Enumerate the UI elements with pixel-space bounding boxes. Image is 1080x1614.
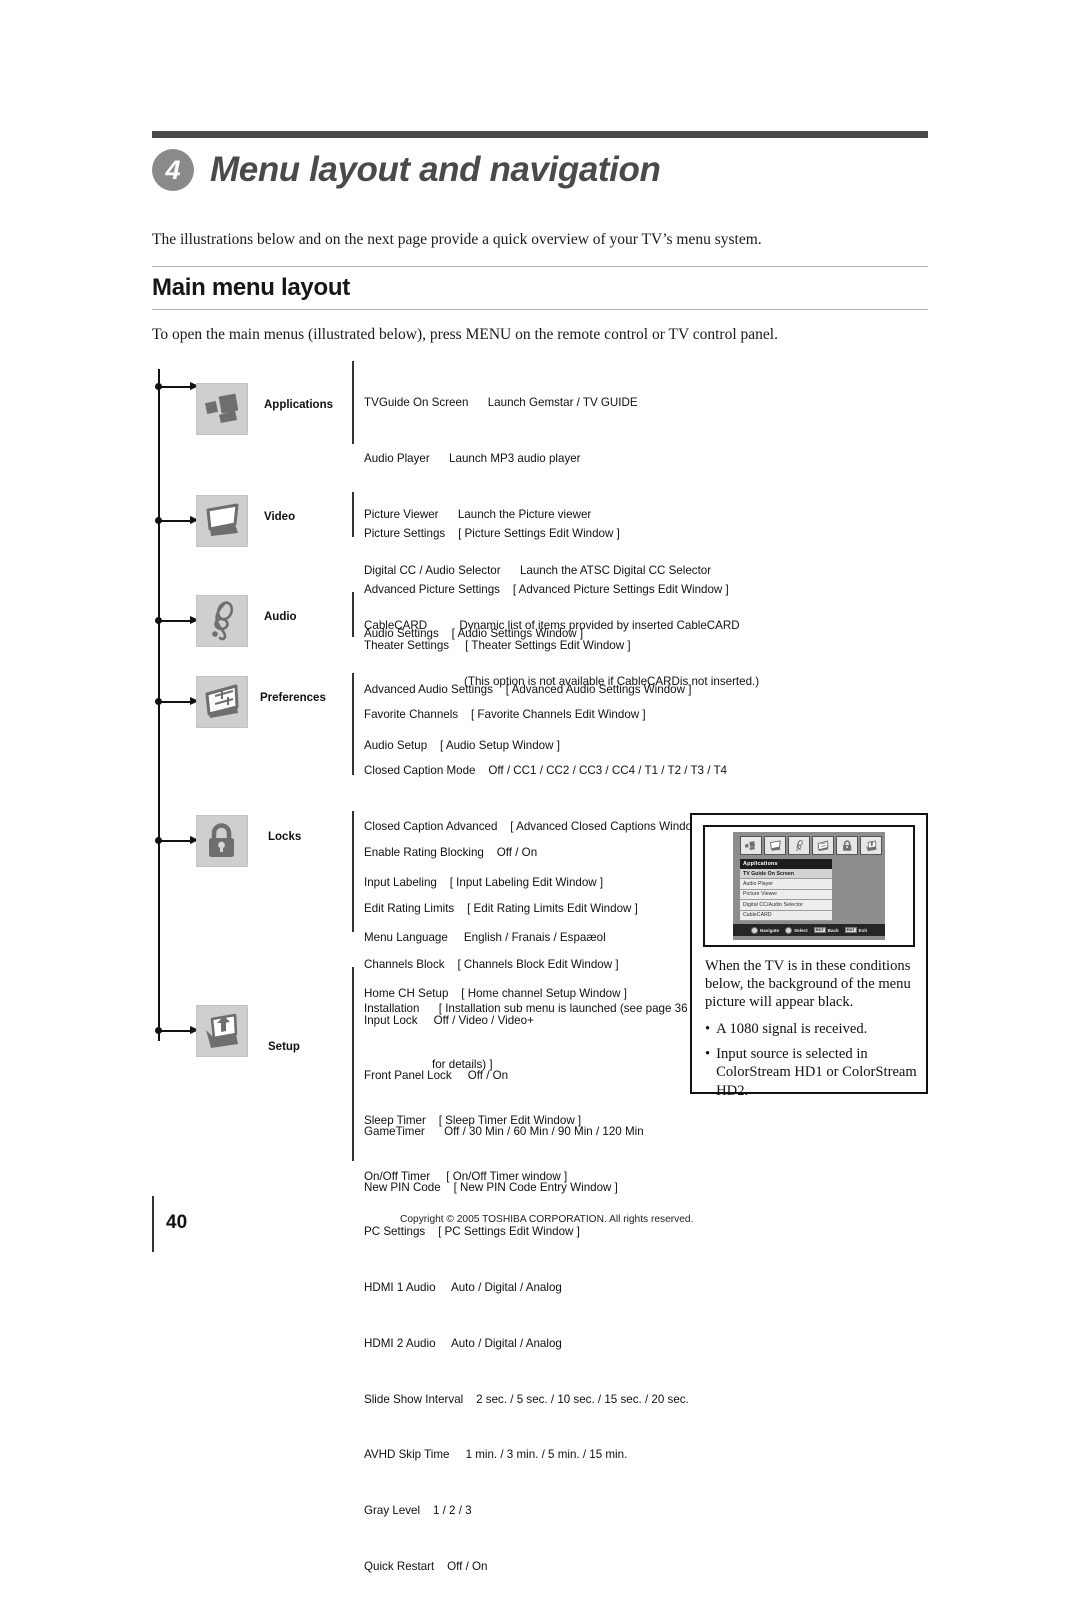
locks-icon[interactable] xyxy=(196,815,248,867)
menu-line: Quick Restart Off / On xyxy=(364,1560,488,1573)
applications-icon[interactable] xyxy=(740,836,762,855)
group-rule xyxy=(352,492,354,537)
menu-line: Slide Show Interval 2 sec. / 5 sec. / 10… xyxy=(364,1392,689,1406)
menu-line: TVGuide On Screen Launch Gemstar / TV GU… xyxy=(364,396,638,410)
tv-menu-title: Applications xyxy=(740,859,832,869)
group-rule xyxy=(352,811,354,932)
tv-menu-item[interactable]: TV Guide On Screen xyxy=(740,869,832,880)
callout-text: When the TV is in these conditions below… xyxy=(705,957,917,1107)
group-label-applications: Applications xyxy=(264,399,334,411)
menu-line: Audio Player Launch MP3 audio player xyxy=(364,451,581,465)
callout-bullet-list: • A 1080 signal is received. • Input sou… xyxy=(705,1020,917,1099)
group-rule xyxy=(352,592,354,637)
enter-key-icon xyxy=(785,926,793,934)
chapter-header: 4 Menu layout and navigation xyxy=(152,142,932,198)
tv-screen: Applications TV Guide On Screen Audio Pl… xyxy=(733,832,885,940)
branch-line xyxy=(158,385,194,388)
menu-line: Sleep Timer [ Sleep Timer Edit Window ] xyxy=(364,1113,582,1127)
page-title: Menu layout and navigation xyxy=(210,150,661,189)
list-item: • Input source is selected in ColorStrea… xyxy=(705,1045,917,1099)
status-navigate: Navigate xyxy=(750,926,780,934)
tv-menu-item[interactable]: Picture Viewer xyxy=(740,889,832,901)
menu-line: Audio Settings [ Audio Settings Window ] xyxy=(364,627,584,641)
group-rule xyxy=(352,673,354,775)
intro-paragraph: The illustrations below and on the next … xyxy=(152,231,762,248)
menu-line: Enable Rating Blocking Off / On xyxy=(364,846,538,860)
menu-line: AVHD Skip Time 1 min. / 3 min. / 5 min. … xyxy=(364,1448,628,1462)
tv-menu-icon-bar xyxy=(740,836,882,855)
tv-menu-item[interactable]: Digital CC/Audio Selector xyxy=(740,900,832,911)
group-lines-setup: Installation [ Installation sub menu is … xyxy=(364,963,689,1614)
group-label-audio: Audio xyxy=(264,611,297,623)
group-label-preferences: Preferences xyxy=(260,692,326,704)
tv-screenshot-frame: Applications TV Guide On Screen Audio Pl… xyxy=(703,825,915,947)
branch-line xyxy=(158,700,194,703)
status-label: Navigate xyxy=(759,927,780,933)
group-label-setup: Setup xyxy=(268,1041,300,1053)
preferences-icon[interactable] xyxy=(812,836,834,855)
menu-line: PC Settings [ PC Settings Edit Window ] xyxy=(364,1225,580,1239)
setup-icon[interactable] xyxy=(860,836,882,855)
bullet-icon: • xyxy=(705,1021,711,1038)
status-label: Back xyxy=(827,927,839,933)
menu-line: On/Off Timer [ On/Off Timer window ] xyxy=(364,1169,568,1183)
back-key-icon: EXIT xyxy=(813,927,826,933)
menu-line: HDMI 1 Audio Auto / Digital / Analog xyxy=(364,1281,562,1295)
status-select: Select xyxy=(785,926,808,934)
menu-line: Closed Caption Mode Off / CC1 / CC2 / CC… xyxy=(364,763,727,777)
menu-line: Installation [ Installation sub menu is … xyxy=(364,1002,688,1016)
section-heading: Main menu layout xyxy=(152,274,350,301)
tv-menu-panel: Applications TV Guide On Screen Audio Pl… xyxy=(740,859,832,921)
menu-line: Favorite Channels [ Favorite Channels Ed… xyxy=(364,708,646,722)
video-icon[interactable] xyxy=(196,495,248,547)
preferences-icon[interactable] xyxy=(196,676,248,728)
applications-icon[interactable] xyxy=(196,383,248,435)
menu-line: Picture Settings [ Picture Settings Edit… xyxy=(364,527,620,541)
status-label: Exit xyxy=(858,927,868,933)
tv-menu-item[interactable]: Audio Player xyxy=(740,879,832,890)
group-label-locks: Locks xyxy=(268,831,302,843)
footer-rule xyxy=(152,1196,154,1252)
section-rule-bottom xyxy=(152,309,928,310)
branch-line xyxy=(158,519,194,522)
callout-box: Applications TV Guide On Screen Audio Pl… xyxy=(690,813,928,1099)
menu-line-continuation: for details) ] xyxy=(432,1057,493,1071)
exit-key-icon: EXIT xyxy=(844,927,857,933)
chapter-number-badge: 4 xyxy=(152,149,194,191)
callout-paragraph: When the TV is in these conditions below… xyxy=(705,958,911,1011)
status-label: Select xyxy=(794,927,808,933)
menu-line: Edit Rating Limits [ Edit Rating Limits … xyxy=(364,901,638,915)
menu-line: Gray Level 1 / 2 / 3 xyxy=(364,1504,472,1518)
group-rule xyxy=(352,967,354,1161)
tv-status-bar: Navigate Select EXIT Back EXIT Exit xyxy=(733,924,885,936)
group-label-video: Video xyxy=(264,511,296,523)
setup-icon[interactable] xyxy=(196,1005,248,1057)
bullet-text: A 1080 signal is received. xyxy=(716,1021,868,1038)
branch-line xyxy=(158,839,194,842)
locks-icon[interactable] xyxy=(836,836,858,855)
video-icon[interactable] xyxy=(764,836,786,855)
bullet-text: Input source is selected in ColorStream … xyxy=(716,1046,917,1099)
chapter-top-rule xyxy=(152,131,928,138)
manual-page: 4 Menu layout and navigation The illustr… xyxy=(0,0,1080,1573)
group-rule xyxy=(352,361,354,444)
audio-icon[interactable] xyxy=(196,595,248,647)
audio-icon[interactable] xyxy=(788,836,810,855)
tv-menu-item[interactable]: CableCARD xyxy=(740,910,832,921)
list-item: • A 1080 signal is received. xyxy=(705,1020,917,1038)
copyright-notice: Copyright © 2005 TOSHIBA CORPORATION. Al… xyxy=(400,1214,694,1225)
bullet-icon: • xyxy=(705,1046,711,1063)
section-rule-top xyxy=(152,266,928,267)
section-intro-paragraph: To open the main menus (illustrated belo… xyxy=(152,326,778,343)
branch-line xyxy=(158,619,194,622)
status-back: EXIT Back xyxy=(813,927,839,933)
page-number: 40 xyxy=(166,1212,188,1233)
tree-spine xyxy=(158,369,160,1041)
dpad-key-icon xyxy=(750,926,758,934)
menu-line: HDMI 2 Audio Auto / Digital / Analog xyxy=(364,1336,562,1350)
branch-line xyxy=(158,1029,194,1032)
status-exit: EXIT Exit xyxy=(844,927,868,933)
